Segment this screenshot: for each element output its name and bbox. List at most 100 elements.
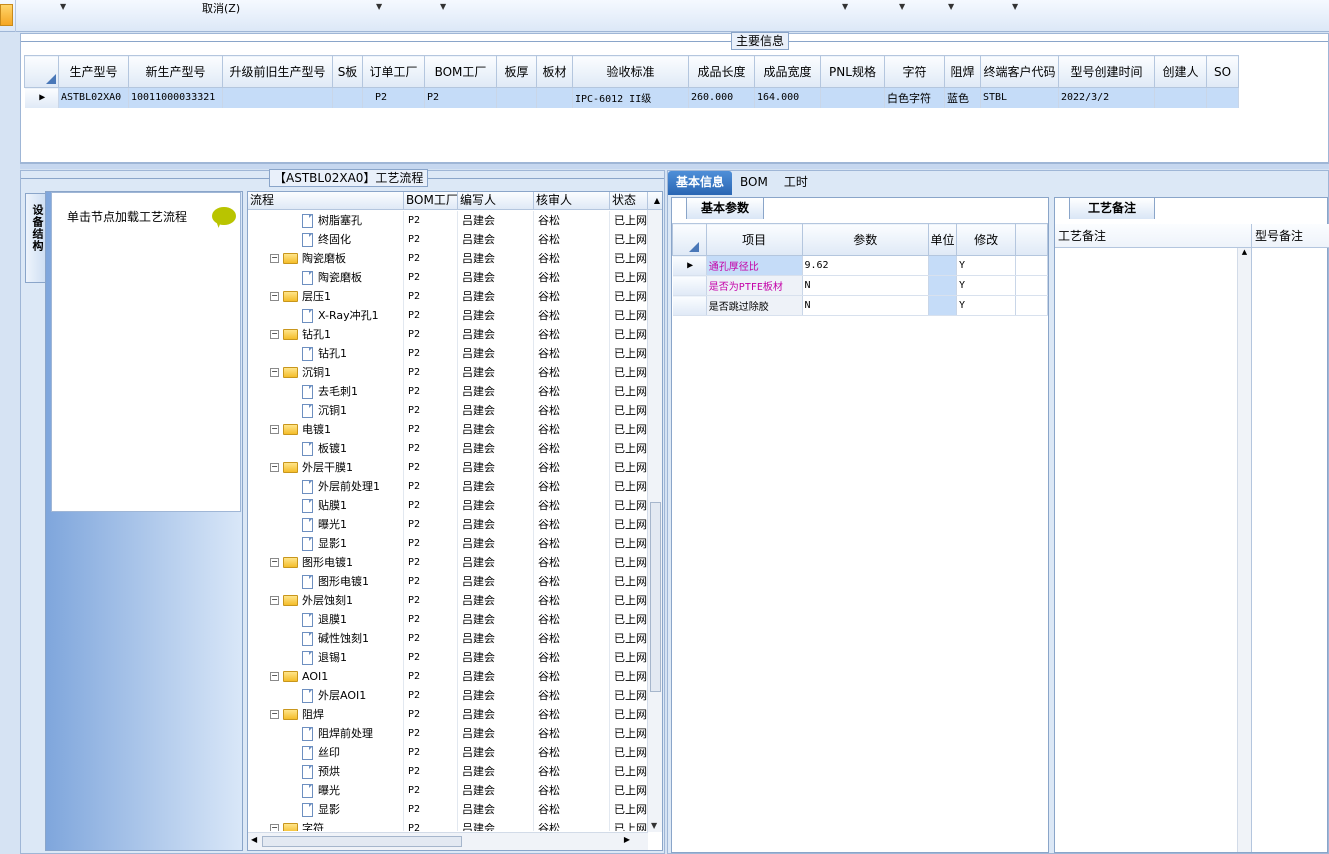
cell[interactable]: P2 xyxy=(404,762,458,781)
tree-node[interactable]: 图形电镀1 xyxy=(302,572,369,591)
tree-node[interactable]: − 字符 xyxy=(270,819,324,831)
cell[interactable]: P2 xyxy=(404,648,458,667)
cell[interactable]: 已上网 xyxy=(610,249,648,268)
cell[interactable]: P2 xyxy=(404,629,458,648)
cell[interactable]: P2 xyxy=(404,591,458,610)
cell[interactable] xyxy=(222,87,333,108)
cell[interactable]: 谷松 xyxy=(534,477,610,496)
col-header[interactable]: PNL规格 xyxy=(820,55,885,88)
col-header[interactable]: SO xyxy=(1206,55,1239,88)
cell[interactable]: 已上网 xyxy=(610,287,648,306)
tree-row[interactable]: − AOI1 P2 吕建会 谷松 已上网 xyxy=(248,667,648,686)
cell[interactable]: 已上网 xyxy=(610,420,648,439)
tree-row[interactable]: 沉铜1 P2 吕建会 谷松 已上网 xyxy=(248,401,648,420)
collapse-icon[interactable]: − xyxy=(270,558,279,567)
collapse-icon[interactable]: − xyxy=(270,368,279,377)
cell[interactable]: 已上网 xyxy=(610,553,648,572)
col-header[interactable]: 项目 xyxy=(705,223,803,256)
tree-node[interactable]: 阻焊前处理 xyxy=(302,724,373,743)
cell[interactable]: 谷松 xyxy=(534,439,610,458)
cell[interactable]: 已上网 xyxy=(610,743,648,762)
notes-tab[interactable]: 工艺备注 xyxy=(1069,197,1156,219)
tree-node[interactable]: 显影 xyxy=(302,800,340,819)
cell[interactable]: P2 xyxy=(404,325,458,344)
cell[interactable]: 蓝色 xyxy=(944,87,981,108)
cell[interactable]: N xyxy=(802,295,929,316)
cell[interactable]: 吕建会 xyxy=(458,819,534,831)
col-header[interactable]: 订单工厂 xyxy=(362,55,425,88)
cell[interactable]: P2 xyxy=(404,705,458,724)
col-header[interactable]: 编写人 xyxy=(458,192,534,209)
tree-node-cell[interactable]: − 阻焊 xyxy=(248,705,404,724)
cell[interactable]: 吕建会 xyxy=(458,477,534,496)
cell[interactable]: 吕建会 xyxy=(458,249,534,268)
cell[interactable]: 谷松 xyxy=(534,591,610,610)
tree-node[interactable]: 贴膜1 xyxy=(302,496,347,515)
cell[interactable]: 谷松 xyxy=(534,534,610,553)
cell[interactable]: 谷松 xyxy=(534,287,610,306)
cell[interactable]: 已上网 xyxy=(610,401,648,420)
tree-node-cell[interactable]: 钻孔1 xyxy=(248,344,404,363)
col-header[interactable]: 板材 xyxy=(536,55,573,88)
col-header[interactable]: 型号创建时间 xyxy=(1058,55,1155,88)
cell[interactable]: 吕建会 xyxy=(458,648,534,667)
tree-node-cell[interactable]: − 字符 xyxy=(248,819,404,831)
tree-node-cell[interactable]: 树脂塞孔 xyxy=(248,211,404,230)
tree-node[interactable]: 外层AOI1 xyxy=(302,686,366,705)
row-indicator-icon[interactable]: ▶ xyxy=(672,255,707,276)
cell[interactable]: 谷松 xyxy=(534,496,610,515)
cell[interactable]: Y xyxy=(956,255,1017,276)
cell[interactable]: 谷松 xyxy=(534,249,610,268)
cell[interactable]: P2 xyxy=(404,724,458,743)
cell[interactable]: P2 xyxy=(404,287,458,306)
tree-node[interactable]: 板镀1 xyxy=(302,439,347,458)
cell[interactable]: 已上网 xyxy=(610,363,648,382)
cell[interactable]: P2 xyxy=(362,87,425,108)
cell[interactable]: 已上网 xyxy=(610,458,648,477)
tree-node[interactable]: 终固化 xyxy=(302,230,351,249)
cell[interactable]: 谷松 xyxy=(534,382,610,401)
tree-node-cell[interactable]: − AOI1 xyxy=(248,667,404,686)
tab-work-hours[interactable]: 工时 xyxy=(776,171,816,195)
tab-bom[interactable]: BOM xyxy=(732,171,776,195)
cell[interactable]: P2 xyxy=(404,439,458,458)
cell[interactable]: P2 xyxy=(404,496,458,515)
cell[interactable]: 吕建会 xyxy=(458,401,534,420)
cell[interactable]: 吕建会 xyxy=(458,363,534,382)
scroll-up-icon[interactable]: ▲ xyxy=(648,192,662,209)
cell[interactable]: 已上网 xyxy=(610,344,648,363)
cell[interactable]: 已上网 xyxy=(610,724,648,743)
cell[interactable]: P2 xyxy=(404,572,458,591)
collapse-icon[interactable]: − xyxy=(270,710,279,719)
cell[interactable] xyxy=(928,275,957,296)
collapse-icon[interactable]: − xyxy=(270,425,279,434)
col-header[interactable]: BOM工厂 xyxy=(404,192,458,209)
grid-corner[interactable] xyxy=(672,223,707,256)
cell[interactable]: 吕建会 xyxy=(458,420,534,439)
row-indicator[interactable] xyxy=(672,295,707,316)
tree-node-cell[interactable]: 图形电镀1 xyxy=(248,572,404,591)
tree-row[interactable]: 外层前处理1 P2 吕建会 谷松 已上网 xyxy=(248,477,648,496)
cell[interactable]: 谷松 xyxy=(534,420,610,439)
cell[interactable]: 吕建会 xyxy=(458,553,534,572)
col-header[interactable]: 核审人 xyxy=(534,192,610,209)
cell[interactable]: P2 xyxy=(404,249,458,268)
cell[interactable]: 260.000 xyxy=(688,87,755,108)
dropdown-caret-icon[interactable]: ▼ xyxy=(440,2,446,11)
cell[interactable]: 吕建会 xyxy=(458,743,534,762)
tree-node[interactable]: 退锡1 xyxy=(302,648,347,667)
tree-row[interactable]: − 图形电镀1 P2 吕建会 谷松 已上网 xyxy=(248,553,648,572)
cell[interactable]: 吕建会 xyxy=(458,724,534,743)
cell[interactable]: 吕建会 xyxy=(458,781,534,800)
cell[interactable] xyxy=(1206,87,1239,108)
cell[interactable]: 已上网 xyxy=(610,800,648,819)
cell[interactable]: 已上网 xyxy=(610,268,648,287)
cell[interactable] xyxy=(1154,87,1207,108)
cell[interactable]: 白色字符 xyxy=(884,87,945,108)
cell[interactable]: P2 xyxy=(404,344,458,363)
cell[interactable]: 吕建会 xyxy=(458,705,534,724)
cell[interactable]: 谷松 xyxy=(534,230,610,249)
tree-node-cell[interactable]: 退锡1 xyxy=(248,648,404,667)
tree-node[interactable]: 预烘 xyxy=(302,762,340,781)
cell[interactable]: 已上网 xyxy=(610,534,648,553)
